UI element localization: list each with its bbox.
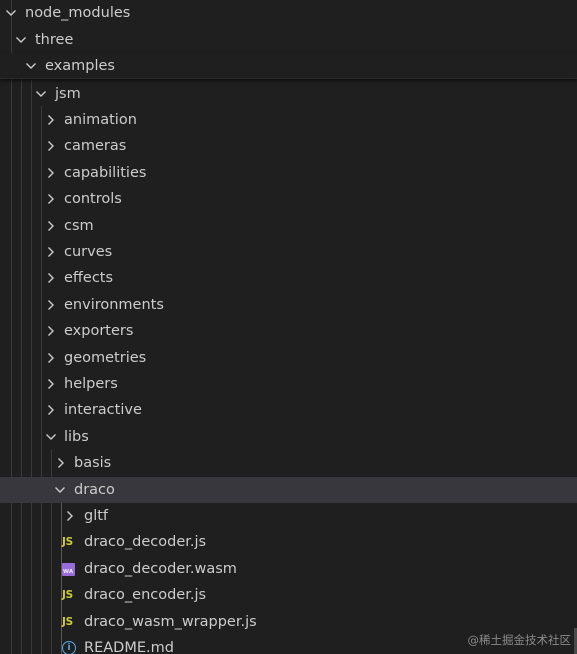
- tree-item-label: draco_encoder.js: [84, 587, 207, 603]
- chevron-right-icon: [44, 298, 58, 312]
- tree-item-environments[interactable]: environments: [0, 292, 577, 318]
- tree-item-csm[interactable]: csm: [0, 213, 577, 239]
- tree-item-helpers[interactable]: helpers: [0, 371, 577, 397]
- tree-item-effects[interactable]: effects: [0, 265, 577, 291]
- tree-item-label: curves: [64, 244, 113, 260]
- tree-item-label: helpers: [64, 376, 118, 392]
- tree-item-capabilities[interactable]: capabilities: [0, 160, 577, 186]
- chevron-down-icon: [44, 430, 58, 444]
- tree-item-label: basis: [74, 455, 112, 471]
- tree-item-label: draco: [74, 482, 115, 498]
- tree-item-animation[interactable]: animation: [0, 107, 577, 133]
- tree-item-label: node_modules: [25, 5, 131, 21]
- tree-item-label: effects: [64, 270, 114, 286]
- chevron-right-icon: [44, 245, 58, 259]
- tree-item-label: capabilities: [64, 165, 147, 181]
- tree-item-label: geometries: [64, 350, 147, 366]
- tree-item-examples[interactable]: examples: [0, 53, 577, 79]
- chevron-down-icon: [4, 6, 18, 20]
- tree-item-geometries[interactable]: geometries: [0, 345, 577, 371]
- tree-item-draco[interactable]: draco: [0, 477, 577, 503]
- chevron-right-icon: [44, 113, 58, 127]
- tree-item-curves[interactable]: curves: [0, 239, 577, 265]
- chevron-down-icon: [14, 33, 28, 47]
- chevron-right-icon: [44, 403, 58, 417]
- tree-item-label: animation: [64, 112, 137, 128]
- tree-item-draco-decoder-wasm[interactable]: WA draco_decoder.wasm: [0, 556, 577, 582]
- tree-item-label: examples: [45, 58, 115, 74]
- chevron-right-icon: [44, 271, 58, 285]
- chevron-right-icon: [44, 139, 58, 153]
- tree-item-cameras[interactable]: cameras: [0, 133, 577, 159]
- chevron-down-icon: [53, 483, 67, 497]
- tree-item-three[interactable]: three: [0, 27, 577, 53]
- tree-item-label: draco_wasm_wrapper.js: [84, 614, 257, 630]
- tree-item-label: cameras: [64, 138, 127, 154]
- tree-item-label: libs: [64, 429, 89, 445]
- tree-item-draco-decoder-js[interactable]: JS draco_decoder.js: [0, 529, 577, 555]
- file-explorer-tree: node_modules three examples jsm animatio…: [0, 0, 577, 654]
- tree-item-label: exporters: [64, 323, 134, 339]
- chevron-right-icon: [54, 456, 68, 470]
- tree-item-label: README.md: [84, 640, 174, 654]
- tree-item-libs[interactable]: libs: [0, 424, 577, 450]
- tree-item-basis[interactable]: basis: [0, 450, 577, 476]
- wasm-file-icon: WA: [62, 563, 75, 576]
- chevron-right-icon: [63, 509, 77, 523]
- tree-item-label: jsm: [55, 86, 81, 102]
- chevron-right-icon: [44, 219, 58, 233]
- chevron-right-icon: [44, 166, 58, 180]
- chevron-down-icon: [34, 87, 48, 101]
- chevron-right-icon: [44, 351, 58, 365]
- tree-item-label: three: [35, 32, 74, 48]
- watermark: @稀土掘金技术社区: [467, 633, 572, 647]
- chevron-right-icon: [44, 377, 58, 391]
- chevron-right-icon: [44, 324, 58, 338]
- tree-item-label: interactive: [64, 402, 142, 418]
- tree-item-label: environments: [64, 297, 164, 313]
- info-file-icon: i: [62, 641, 76, 654]
- tree-item-gltf[interactable]: gltf: [0, 503, 577, 529]
- tree-item-label: draco_decoder.js: [84, 534, 207, 550]
- tree-item-label: draco_decoder.wasm: [84, 561, 237, 577]
- tree-item-label: csm: [64, 218, 94, 234]
- js-file-icon: JS: [62, 536, 73, 548]
- js-file-icon: JS: [62, 616, 73, 628]
- tree-item-draco-encoder-js[interactable]: JS draco_encoder.js: [0, 582, 577, 608]
- tree-item-exporters[interactable]: exporters: [0, 318, 577, 344]
- tree-item-jsm[interactable]: jsm: [0, 81, 577, 107]
- tree-item-controls[interactable]: controls: [0, 186, 577, 212]
- wasm-icon-text: WA: [63, 569, 74, 575]
- tree-item-node-modules[interactable]: node_modules: [0, 0, 577, 26]
- tree-item-interactive[interactable]: interactive: [0, 397, 577, 423]
- chevron-down-icon: [24, 59, 38, 73]
- tree-item-label: controls: [64, 191, 122, 207]
- js-file-icon: JS: [62, 589, 73, 601]
- chevron-right-icon: [44, 192, 58, 206]
- tree-item-label: gltf: [84, 508, 109, 524]
